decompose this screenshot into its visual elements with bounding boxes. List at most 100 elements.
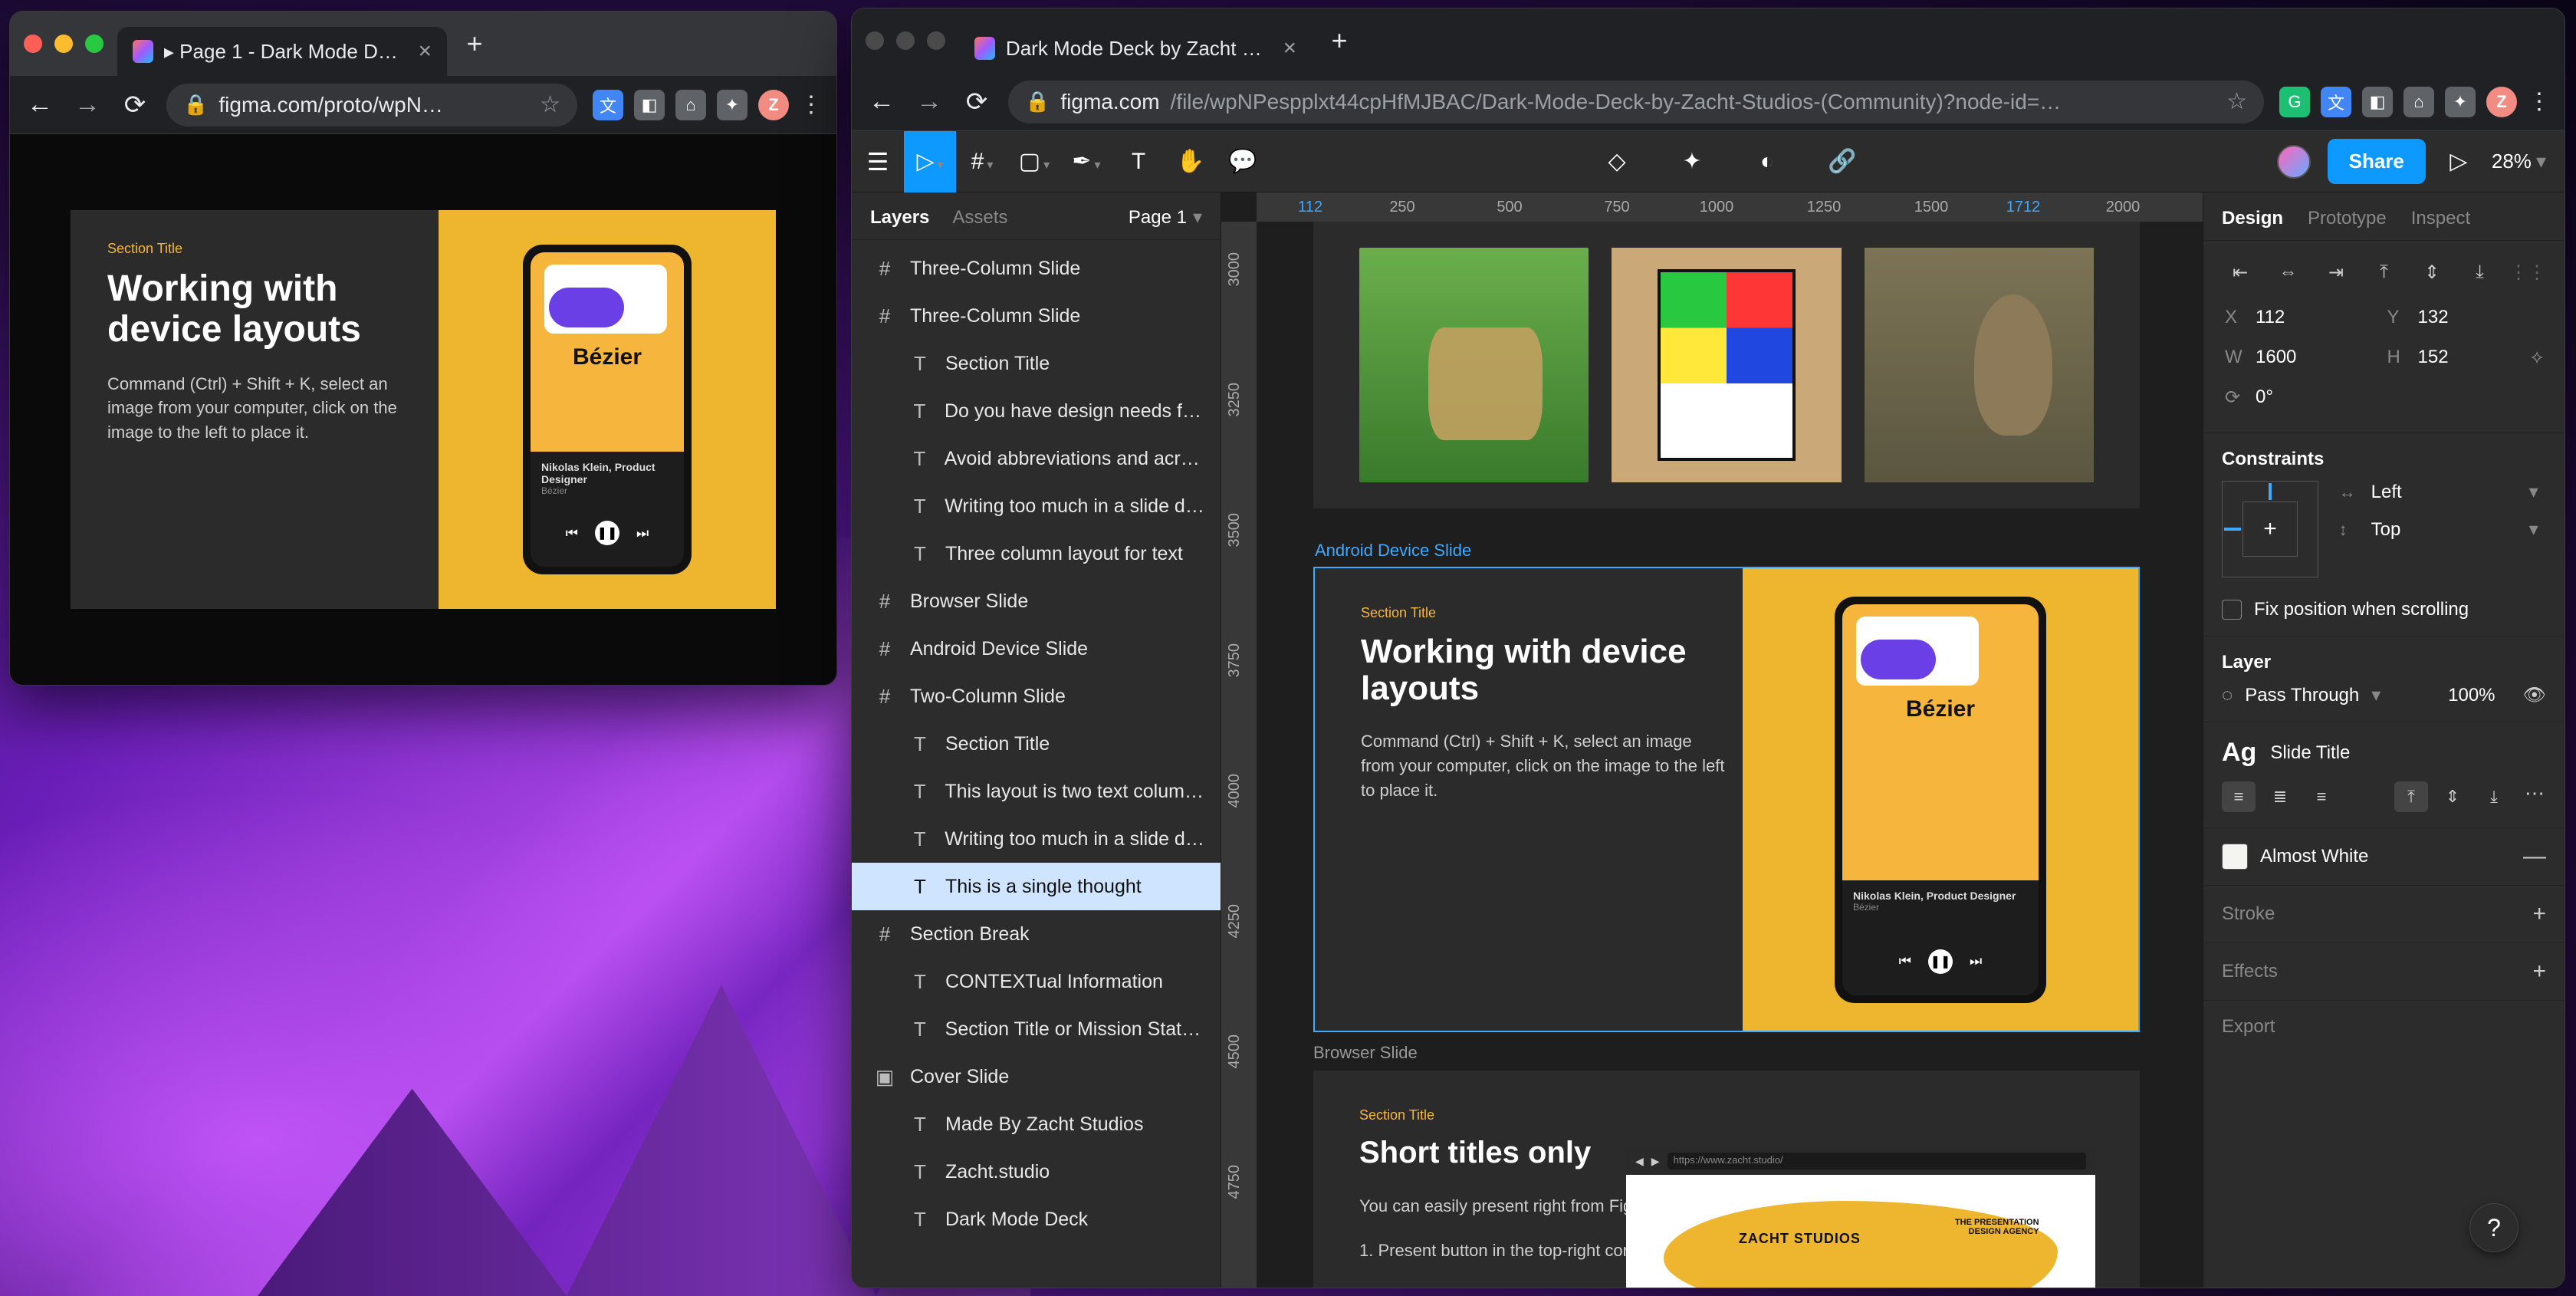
visibility-toggle-icon[interactable]: 👁 (2523, 684, 2546, 706)
bookmark-star-icon[interactable]: ☆ (540, 91, 560, 118)
new-tab-button[interactable]: + (461, 30, 488, 58)
help-button[interactable]: ? (2469, 1203, 2518, 1252)
add-stroke-icon[interactable]: + (2532, 901, 2546, 927)
component-tool-icon[interactable]: ◇ (1591, 131, 1643, 192)
comment-tool[interactable]: 💬 (1217, 131, 1269, 192)
chrome-menu-icon[interactable]: ⋮ (2528, 88, 2551, 115)
extensions-puzzle-icon[interactable]: ✦ (717, 90, 748, 120)
close-tab-icon[interactable]: × (1283, 35, 1296, 61)
add-effect-icon[interactable]: + (2532, 959, 2546, 985)
align-hcenter-icon[interactable]: ⇔ (2270, 256, 2307, 288)
browser-slide-frame[interactable]: Browser Slide Section Title Short titles… (1313, 1071, 2140, 1288)
layer-row[interactable]: TZacht.studio (852, 1148, 1221, 1196)
reload-button[interactable]: ⟳ (119, 89, 151, 121)
page-selector[interactable]: Page 1▾ (1129, 206, 1202, 229)
text-align-center-icon[interactable]: ≣ (2263, 781, 2297, 812)
extension-icon[interactable]: ⌂ (2404, 87, 2434, 117)
fix-position-checkbox[interactable]: Fix position when scrolling (2222, 599, 2546, 620)
layer-row[interactable]: #Two-Column Slide (852, 673, 1221, 720)
y-field[interactable]: Y132 (2384, 298, 2547, 337)
hand-tool[interactable]: ✋ (1165, 131, 1217, 192)
figma-canvas[interactable]: Android Device Slide Section Title Worki… (1257, 222, 2203, 1288)
url-field[interactable]: 🔒 figma.com/proto/wpN… ☆ (166, 84, 577, 127)
constraint-h-select[interactable]: ↔Left▾ (2339, 481, 2538, 503)
tab-layers[interactable]: Layers (870, 207, 929, 229)
traffic-lights[interactable] (24, 35, 104, 53)
boolean-tool-icon[interactable]: ◐ (1741, 131, 1793, 192)
link-icon[interactable]: 🔗 (1816, 131, 1868, 192)
close-window-icon[interactable] (866, 31, 884, 50)
constraints-widget[interactable]: + (2222, 481, 2318, 577)
text-align-top-icon[interactable]: ⤒ (2394, 781, 2428, 812)
layer-row[interactable]: #Android Device Slide (852, 625, 1221, 673)
opacity-field[interactable]: 100% (2448, 685, 2495, 706)
three-column-frame[interactable] (1313, 222, 2140, 508)
maximize-window-icon[interactable] (927, 31, 945, 50)
browser-tab[interactable]: ▸ Page 1 - Dark Mode Deck by × (117, 27, 447, 76)
maximize-window-icon[interactable] (85, 35, 104, 53)
layer-row[interactable]: TDo you have design needs for... (852, 387, 1221, 435)
layer-row[interactable]: TThis is a single thought (852, 863, 1221, 910)
align-top-icon[interactable]: ⤒ (2366, 256, 2403, 288)
profile-avatar[interactable]: Z (758, 90, 789, 120)
profile-avatar[interactable]: Z (2486, 87, 2517, 117)
browser-tab[interactable]: Dark Mode Deck by Zacht Stud… × (959, 24, 1312, 73)
text-align-right-icon[interactable]: ≡ (2305, 781, 2338, 812)
collaborator-avatar[interactable] (2277, 145, 2311, 179)
text-align-middle-icon[interactable]: ⇕ (2436, 781, 2469, 812)
new-tab-button[interactable]: + (1326, 27, 1353, 54)
layer-row[interactable]: #Section Break (852, 910, 1221, 958)
align-bottom-icon[interactable]: ⤓ (2462, 256, 2499, 288)
layer-row[interactable]: TDark Mode Deck (852, 1196, 1221, 1243)
move-tool[interactable]: ▷ (904, 131, 956, 192)
url-field[interactable]: 🔒 figma.com/file/wpNPespplxt44cpHfMJBAC/… (1008, 81, 2264, 123)
pen-tool[interactable]: ✒ (1060, 131, 1112, 192)
layer-row[interactable]: TCONTEXTual Information (852, 958, 1221, 1005)
forward-button[interactable]: → (71, 89, 104, 121)
layer-row[interactable]: TAvoid abbreviations and acron... (852, 435, 1221, 482)
link-wh-icon[interactable]: ⟡ (2531, 347, 2543, 368)
frame-tool[interactable]: # (956, 131, 1008, 192)
x-field[interactable]: X112 (2222, 298, 2384, 337)
tab-inspect[interactable]: Inspect (2411, 208, 2470, 229)
checkbox-icon[interactable] (2222, 600, 2242, 620)
close-window-icon[interactable] (24, 35, 42, 53)
shape-tool[interactable]: ▢ (1008, 131, 1060, 192)
translate-extension-icon[interactable]: 文 (593, 90, 623, 120)
extension-icon[interactable]: ◧ (634, 90, 665, 120)
h-field[interactable]: H152⟡ (2384, 337, 2547, 377)
fill-swatch[interactable] (2222, 844, 2248, 870)
layer-row[interactable]: TSection Title (852, 340, 1221, 387)
rotation-field[interactable]: ⟳0° (2222, 377, 2384, 417)
layer-row[interactable]: #Three-Column Slide (852, 245, 1221, 292)
close-tab-icon[interactable]: × (418, 38, 432, 64)
layer-row[interactable]: TSection Title or Mission State... (852, 1005, 1221, 1053)
reload-button[interactable]: ⟳ (961, 86, 993, 118)
fill-style-name[interactable]: Almost White (2260, 846, 2368, 867)
constraint-v-select[interactable]: ↕Top▾ (2339, 518, 2538, 541)
back-button[interactable]: ← (866, 86, 898, 118)
layer-row[interactable]: TThree column layout for text (852, 530, 1221, 577)
blend-mode-select[interactable]: Pass Through (2245, 685, 2359, 706)
extension-icon[interactable]: ⌂ (675, 90, 706, 120)
text-style-name[interactable]: Slide Title (2270, 742, 2350, 764)
forward-button[interactable]: → (913, 86, 945, 118)
layer-row[interactable]: TSection Title (852, 720, 1221, 768)
layer-row[interactable]: TMade By Zacht Studios (852, 1100, 1221, 1148)
align-left-icon[interactable]: ⇤ (2222, 256, 2259, 288)
chrome-menu-icon[interactable]: ⋮ (800, 91, 823, 118)
align-right-icon[interactable]: ⇥ (2318, 256, 2354, 288)
layer-row[interactable]: TWriting too much in a slide de... (852, 482, 1221, 530)
extensions-puzzle-icon[interactable]: ✦ (2445, 87, 2476, 117)
w-field[interactable]: W1600 (2222, 337, 2384, 377)
bookmark-star-icon[interactable]: ☆ (2226, 88, 2247, 115)
share-button[interactable]: Share (2328, 139, 2426, 184)
present-button[interactable]: ▷ (2443, 131, 2475, 192)
layer-row[interactable]: #Three-Column Slide (852, 292, 1221, 340)
zoom-select[interactable]: 28%▾ (2492, 150, 2546, 173)
canvas-wrapper[interactable]: 11225050075010001250150017122000 3000325… (1221, 192, 2203, 1288)
tab-assets[interactable]: Assets (952, 207, 1007, 229)
extension-icon[interactable]: ◧ (2362, 87, 2393, 117)
translate-extension-icon[interactable]: 文 (2321, 87, 2351, 117)
text-more-icon[interactable]: ⋯ (2525, 781, 2546, 812)
